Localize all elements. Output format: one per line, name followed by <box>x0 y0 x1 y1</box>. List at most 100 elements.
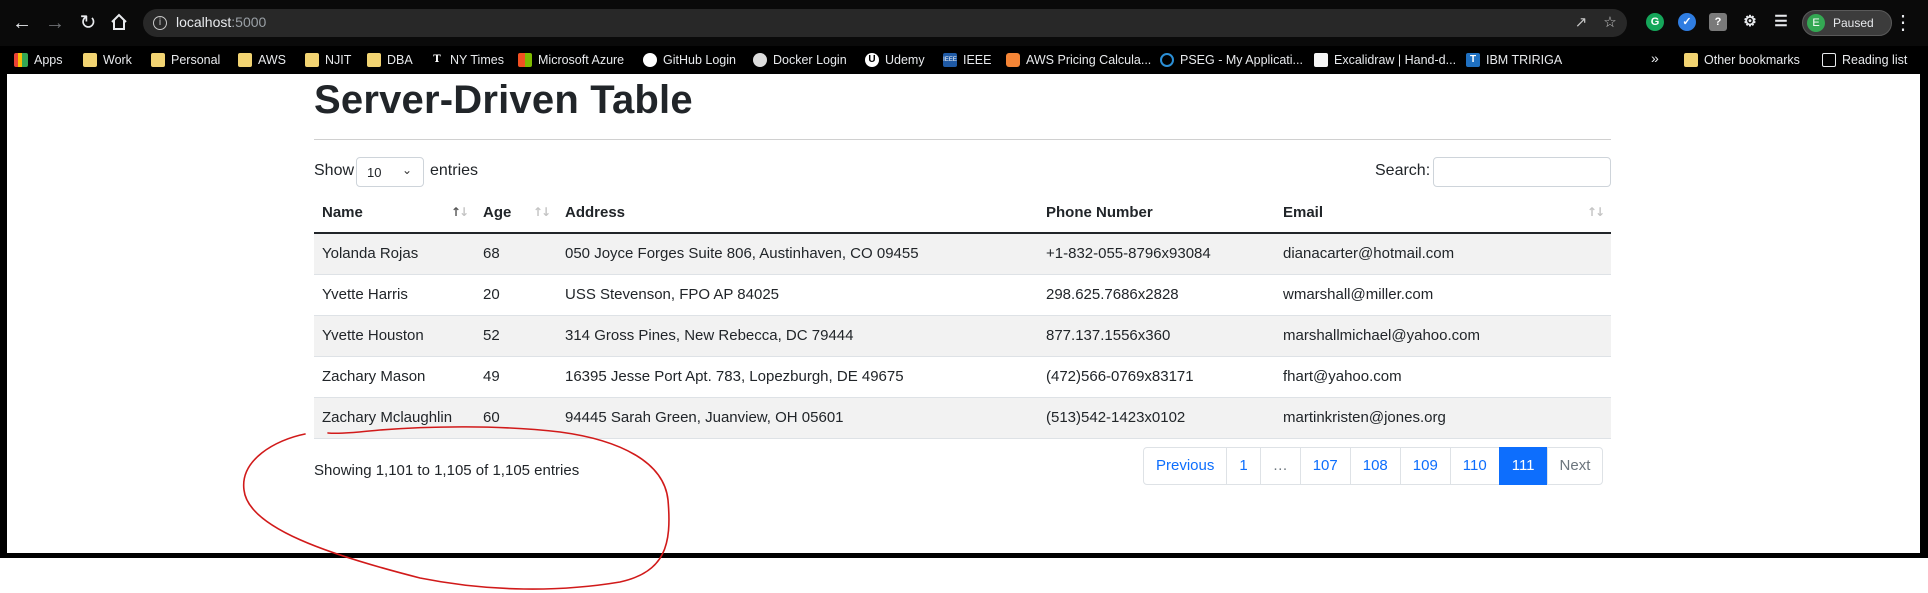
back-icon[interactable]: ← <box>11 12 33 34</box>
cell-age: 52 <box>475 315 557 357</box>
cell-email: dianacarter@hotmail.com <box>1275 233 1611 275</box>
cell-age: 49 <box>475 356 557 398</box>
column-header-address: Address <box>557 193 1038 234</box>
cell-phone: 877.137.1556x360 <box>1038 315 1275 357</box>
pagination-page[interactable]: 1 <box>1226 447 1261 485</box>
cell-name: Zachary Mason <box>314 356 475 398</box>
cell-phone: (472)566-0769x83171 <box>1038 356 1275 398</box>
cell-phone: (513)542-1423x0102 <box>1038 397 1275 439</box>
extension-icon[interactable]: ✓ <box>1678 13 1696 31</box>
excalidraw-icon <box>1314 53 1328 67</box>
pagination: Previous 1 … 107 108 109 110 111 Next <box>1143 447 1604 485</box>
udemy-icon: U <box>865 53 879 67</box>
bookmarks-overflow-button[interactable]: » <box>1651 50 1659 66</box>
bookmark-aws[interactable]: AWS <box>238 50 286 70</box>
table-row: Yolanda Rojas 68 050 Joyce Forges Suite … <box>314 233 1611 275</box>
reading-list-icon <box>1822 53 1836 67</box>
bookmark-udemy[interactable]: U Udemy <box>865 50 925 70</box>
folder-icon <box>367 53 381 67</box>
column-header-age[interactable]: Age ↑↓ <box>475 193 557 234</box>
chevron-down-icon: ⌄ <box>401 163 412 177</box>
pagination-next[interactable]: Next <box>1546 447 1604 485</box>
page-title: Server-Driven Table <box>314 78 693 122</box>
pagination-page[interactable]: 110 <box>1449 447 1500 485</box>
cell-email: fhart@yahoo.com <box>1275 356 1611 398</box>
cell-email: marshallmichael@yahoo.com <box>1275 315 1611 357</box>
bookmark-ieee[interactable]: IEEE IEEE <box>943 50 992 70</box>
bookmark-github[interactable]: GitHub Login <box>643 50 736 70</box>
bookmark-njit[interactable]: NJIT <box>305 50 351 70</box>
cell-age: 68 <box>475 233 557 275</box>
globe-icon <box>753 53 767 67</box>
cell-address: 314 Gross Pines, New Rebecca, DC 79444 <box>557 315 1038 357</box>
sort-icon: ↑↓ <box>1586 205 1605 219</box>
window-frame <box>0 74 7 556</box>
bookmark-work[interactable]: Work <box>83 50 132 70</box>
table-header-row: Name ↑↓ Age ↑↓ Address Phone Number Email ↑… <box>314 193 1611 234</box>
help-extension-icon[interactable]: ? <box>1709 13 1727 31</box>
title-divider <box>314 139 1611 140</box>
cell-name: Yvette Houston <box>314 315 475 357</box>
bookmark-nytimes[interactable]: T NY Times <box>430 50 504 70</box>
bookmark-pseg[interactable]: PSEG - My Applicati... <box>1160 50 1303 70</box>
bookmarks-bar: Apps Work Personal AWS NJIT DBA T NY Time… <box>0 46 1928 74</box>
address-bar[interactable]: i localhost:5000 ↗ ☆ <box>143 9 1627 37</box>
home-icon[interactable] <box>108 12 130 34</box>
cell-name: Zachary Mclaughlin <box>314 397 475 439</box>
browser-toolbar: ← → ↻ i localhost:5000 ↗ ☆ G ✓ ? ⚙ ☰ E P… <box>0 0 1928 46</box>
sort-icon: ↑↓ <box>532 205 551 219</box>
bookmark-ibm-tririga[interactable]: T IBM TRIRIGA <box>1466 50 1562 70</box>
bookmark-aws-pricing[interactable]: AWS Pricing Calcula... <box>1006 50 1151 70</box>
bookmark-star-icon[interactable]: ☆ <box>1601 14 1619 32</box>
cell-email: wmarshall@miller.com <box>1275 274 1611 316</box>
pagination-page-active[interactable]: 111 <box>1498 447 1548 485</box>
bookmark-docker[interactable]: Docker Login <box>753 50 847 70</box>
bookmark-apps[interactable]: Apps <box>14 50 63 70</box>
bookmark-excalidraw[interactable]: Excalidraw | Hand-d... <box>1314 50 1456 70</box>
profile-button[interactable]: E Paused <box>1802 10 1892 36</box>
aws-icon <box>1006 53 1020 67</box>
pagination-page[interactable]: 109 <box>1399 447 1451 485</box>
reading-queue-icon[interactable]: ☰ <box>1772 13 1790 31</box>
browser-chrome: ← → ↻ i localhost:5000 ↗ ☆ G ✓ ? ⚙ ☰ E P… <box>0 0 1928 74</box>
cell-age: 60 <box>475 397 557 439</box>
profile-status: Paused <box>1833 16 1874 30</box>
bookmark-azure[interactable]: Microsoft Azure <box>518 50 624 70</box>
cell-address: USS Stevenson, FPO AP 84025 <box>557 274 1038 316</box>
folder-icon <box>1684 53 1698 67</box>
bookmark-personal[interactable]: Personal <box>151 50 220 70</box>
table-row: Yvette Houston 52 314 Gross Pines, New R… <box>314 315 1611 357</box>
search-input[interactable] <box>1433 157 1611 187</box>
reload-icon[interactable]: ↻ <box>77 12 99 34</box>
url-text[interactable]: localhost:5000 <box>176 14 266 30</box>
folder-icon <box>238 53 252 67</box>
search-label: Search: <box>1375 162 1431 179</box>
column-header-name[interactable]: Name ↑↓ <box>314 193 475 234</box>
page-length-value: 10 <box>367 165 382 180</box>
cell-name: Yolanda Rojas <box>314 233 475 275</box>
tririga-icon: T <box>1466 53 1480 67</box>
bookmark-dba[interactable]: DBA <box>367 50 413 70</box>
forward-icon[interactable]: → <box>44 12 66 34</box>
reading-list-button[interactable]: Reading list <box>1822 50 1907 70</box>
ieee-icon: IEEE <box>943 53 957 67</box>
cell-phone: +1-832-055-8796x93084 <box>1038 233 1275 275</box>
table-row: Yvette Harris 20 USS Stevenson, FPO AP 8… <box>314 274 1611 316</box>
pagination-page[interactable]: 107 <box>1299 447 1351 485</box>
folder-icon <box>83 53 97 67</box>
pagination-page[interactable]: 108 <box>1349 447 1401 485</box>
grammarly-extension-icon[interactable]: G <box>1646 13 1664 31</box>
browser-menu-icon[interactable]: ⋮ <box>1893 12 1913 34</box>
cell-age: 20 <box>475 274 557 316</box>
table-info: Showing 1,101 to 1,105 of 1,105 entries <box>314 462 580 479</box>
bookmark-other[interactable]: Other bookmarks <box>1684 50 1800 70</box>
folder-icon <box>151 53 165 67</box>
table-row: Zachary Mclaughlin 60 94445 Sarah Green,… <box>314 397 1611 439</box>
page-length-select[interactable]: 10 ⌄ <box>356 157 424 187</box>
column-header-email[interactable]: Email ↑↓ <box>1275 193 1611 234</box>
extensions-puzzle-icon[interactable]: ⚙ <box>1741 13 1759 31</box>
pagination-previous[interactable]: Previous <box>1143 447 1228 485</box>
share-icon[interactable]: ↗ <box>1572 14 1590 32</box>
site-info-icon[interactable]: i <box>153 16 167 30</box>
column-header-phone: Phone Number <box>1038 193 1275 234</box>
